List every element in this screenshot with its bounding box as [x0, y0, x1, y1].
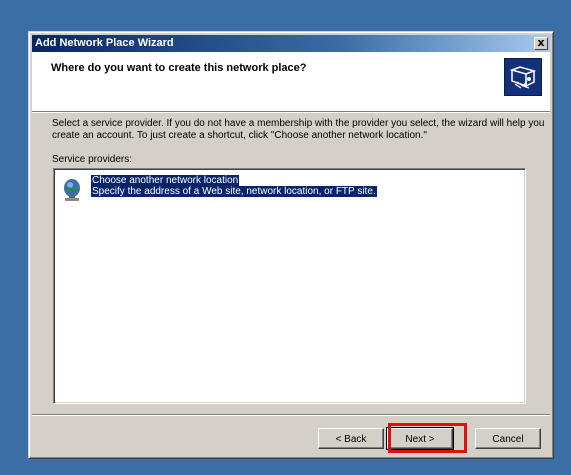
wizard-header: Where do you want to create this network…: [32, 52, 550, 112]
close-button[interactable]: x: [534, 37, 548, 50]
network-globe-icon: [60, 176, 86, 202]
list-item-title: Choose another network location: [91, 175, 240, 186]
instructions-text: Select a service provider. If you do not…: [52, 118, 545, 141]
title-bar[interactable]: Add Network Place Wizard x: [32, 35, 550, 52]
service-providers-label: Service providers:: [52, 154, 133, 165]
header-title: Where do you want to create this network…: [51, 62, 307, 74]
list-item-text: Choose another network location Specify …: [91, 175, 377, 197]
list-item-description: Specify the address of a Web site, netwo…: [91, 186, 377, 197]
next-button[interactable]: Next >: [386, 427, 454, 450]
back-button[interactable]: < Back: [318, 428, 384, 449]
desktop: Add Network Place Wizard x Where do you …: [0, 0, 571, 475]
service-providers-list[interactable]: Choose another network location Specify …: [53, 168, 526, 404]
window-title: Add Network Place Wizard: [35, 37, 174, 49]
button-separator: [32, 414, 550, 416]
close-icon: x: [537, 36, 545, 49]
network-folder-icon: [504, 58, 542, 96]
wizard-window: Add Network Place Wizard x Where do you …: [28, 31, 554, 459]
cancel-button[interactable]: Cancel: [475, 428, 541, 449]
